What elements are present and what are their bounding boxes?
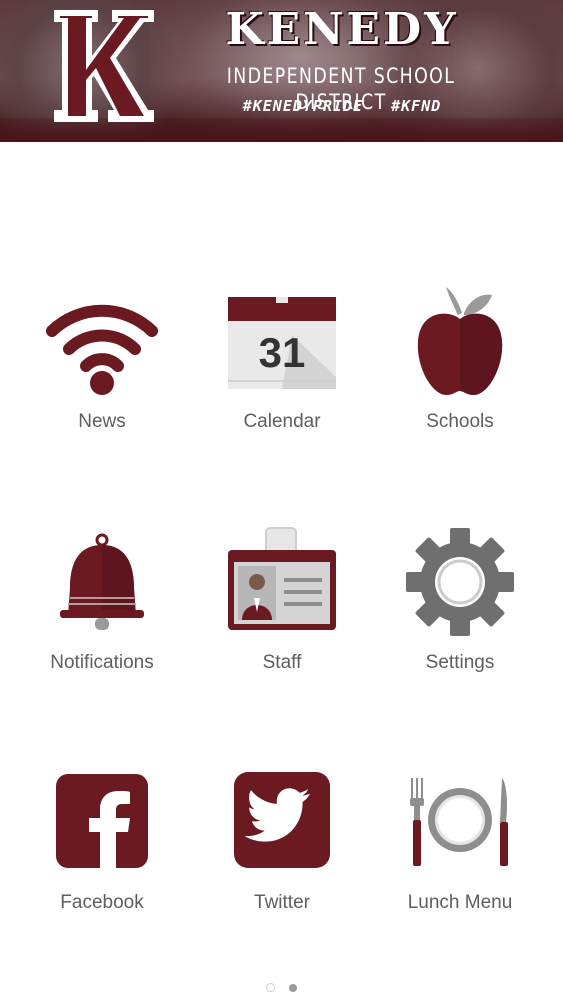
tile-label-notifications: Notifications [50, 652, 154, 673]
calendar-icon: 31 [228, 297, 336, 389]
k-logo: K [54, 10, 154, 122]
tile-lunch-menu[interactable]: Lunch Menu [370, 768, 550, 928]
header-banner: K KENEDY INDEPENDENT SCHOOL DISTRICT #KE… [0, 0, 563, 142]
wifi-icon [46, 304, 158, 395]
tile-label-news: News [78, 411, 126, 432]
page-dot-2[interactable] [289, 984, 298, 992]
tile-settings[interactable]: Settings [370, 526, 550, 686]
id-badge-icon [228, 527, 336, 630]
page-indicator [0, 979, 563, 997]
tile-calendar[interactable]: 31 Calendar [192, 285, 372, 445]
calendar-day-number: 31 [259, 329, 306, 376]
apple-icon [417, 287, 503, 395]
district-hashtags: #KENEDYPRIDE #KFND [242, 97, 442, 115]
tile-news[interactable]: News [12, 285, 192, 445]
plate-utensils-icon [410, 778, 508, 866]
gear-icon [406, 528, 514, 636]
tile-label-staff: Staff [262, 652, 302, 673]
facebook-icon [56, 774, 148, 868]
twitter-icon [234, 772, 330, 868]
tile-schools[interactable]: Schools [370, 285, 550, 445]
district-name: KENEDY [225, 4, 459, 55]
tile-label-schools: Schools [426, 411, 494, 432]
tile-label-settings: Settings [425, 652, 495, 673]
tile-facebook[interactable]: Facebook [12, 768, 192, 928]
tile-label-facebook: Facebook [60, 892, 144, 913]
tile-label-calendar: Calendar [243, 411, 321, 432]
tile-notifications[interactable]: Notifications [12, 526, 192, 686]
tile-staff[interactable]: Staff [192, 526, 372, 686]
bell-icon [60, 533, 144, 630]
tile-twitter[interactable]: Twitter [192, 768, 372, 928]
tile-label-lunch-menu: Lunch Menu [407, 892, 513, 913]
page-dot-1[interactable] [265, 983, 275, 992]
tile-label-twitter: Twitter [254, 892, 310, 913]
